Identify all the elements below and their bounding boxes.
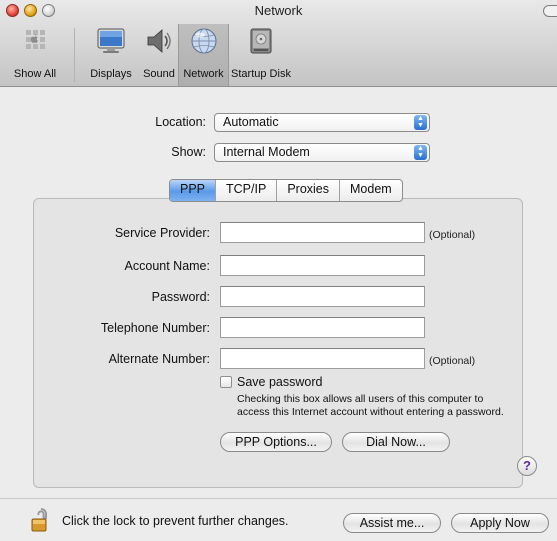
- toolbar-item-startup-disk-label: Startup Disk: [231, 68, 291, 80]
- tab-tcpip[interactable]: TCP/IP: [215, 180, 276, 201]
- location-popup[interactable]: Automatic ▲ ▼: [214, 113, 430, 132]
- location-label: Location:: [155, 115, 206, 129]
- help-button[interactable]: ?: [517, 456, 537, 476]
- save-password-help-line-1: Checking this box allows all users of th…: [237, 393, 484, 405]
- save-password-help-text: Checking this box allows all users of th…: [237, 393, 537, 419]
- toolbar-item-displays[interactable]: Displays: [82, 24, 140, 86]
- account-name-input[interactable]: [221, 256, 424, 275]
- toolbar-toggle-button[interactable]: [543, 5, 557, 17]
- tab-modem[interactable]: Modem: [339, 180, 402, 201]
- lock-message: Click the lock to prevent further change…: [62, 514, 289, 528]
- dial-now-button[interactable]: Dial Now...: [342, 432, 450, 452]
- account-name-field[interactable]: [220, 255, 425, 276]
- title-bar: Network Show All Displays Sound Network …: [0, 0, 557, 87]
- telephone-number-field[interactable]: [220, 317, 425, 338]
- password-field[interactable]: [220, 286, 425, 307]
- show-all-grid-icon: [26, 30, 45, 49]
- popup-arrows-icon: ▲ ▼: [414, 145, 427, 160]
- account-name-label: Account Name:: [124, 259, 210, 273]
- save-password-label[interactable]: Save password: [237, 375, 322, 389]
- show-popup-value: Internal Modem: [223, 145, 310, 159]
- toolbar-show-all[interactable]: Show All: [0, 24, 70, 86]
- toolbar-item-sound-label: Sound: [143, 68, 175, 80]
- toolbar-item-displays-label: Displays: [90, 68, 132, 80]
- telephone-number-input[interactable]: [221, 318, 424, 337]
- speaker-icon: [147, 29, 171, 53]
- toolbar-item-network-label: Network: [183, 68, 224, 80]
- network-preferences-window: Network Show All Displays Sound Network …: [0, 0, 557, 541]
- alternate-number-field[interactable]: [220, 348, 425, 369]
- tab-ppp[interactable]: PPP: [170, 180, 216, 201]
- password-input[interactable]: [221, 287, 424, 306]
- save-password-checkbox[interactable]: [220, 376, 232, 388]
- ppp-options-button[interactable]: PPP Options...: [220, 432, 332, 452]
- save-password-help-line-2: access this Internet account without ent…: [237, 406, 504, 418]
- toolbar-item-network[interactable]: Network: [178, 24, 229, 86]
- toolbar-item-sound[interactable]: Sound: [140, 24, 178, 86]
- toolbar-show-all-label: Show All: [13, 68, 57, 80]
- toolbar-separator: [74, 28, 75, 82]
- hard-disk-icon: [250, 28, 272, 54]
- service-provider-optional-note: (Optional): [429, 229, 476, 241]
- service-provider-field[interactable]: [220, 222, 425, 243]
- password-label: Password:: [151, 290, 210, 304]
- apply-now-button[interactable]: Apply Now: [451, 513, 549, 533]
- network-globe-icon: [191, 28, 216, 54]
- telephone-number-label: Telephone Number:: [100, 321, 210, 335]
- show-label: Show:: [171, 145, 206, 159]
- display-icon: [97, 28, 125, 53]
- lock-icon[interactable]: [30, 507, 52, 533]
- tab-proxies[interactable]: Proxies: [276, 180, 339, 201]
- popup-arrows-icon: ▲ ▼: [414, 115, 427, 130]
- alternate-number-input[interactable]: [221, 349, 424, 368]
- bottom-separator: [0, 498, 557, 499]
- alternate-number-optional-note: (Optional): [429, 355, 476, 367]
- settings-tab-bar: PPP TCP/IP Proxies Modem: [169, 179, 403, 202]
- assist-me-button[interactable]: Assist me...: [343, 513, 441, 533]
- show-popup[interactable]: Internal Modem ▲ ▼: [214, 143, 430, 162]
- service-provider-label: Service Provider:: [114, 226, 210, 240]
- window-title: Network: [254, 3, 303, 18]
- location-popup-value: Automatic: [223, 115, 279, 129]
- toolbar-item-startup-disk[interactable]: Startup Disk: [230, 24, 292, 86]
- alternate-number-label: Alternate Number:: [108, 352, 210, 366]
- service-provider-input[interactable]: [221, 223, 424, 242]
